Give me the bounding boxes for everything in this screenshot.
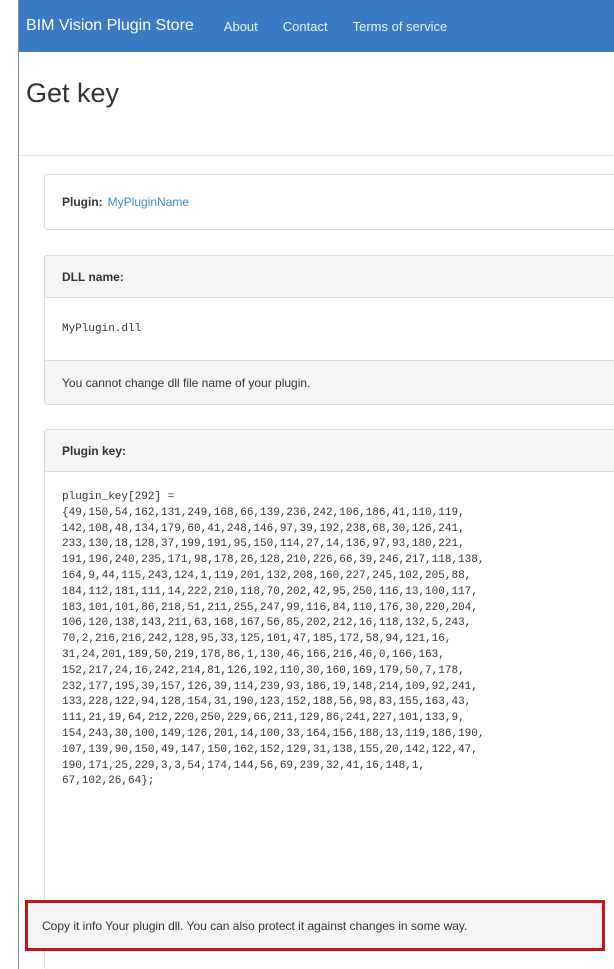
plugin-key-line: 164,9,44,115,243,124,1,119,201,132,208,1… [62,569,472,582]
nav-link-terms[interactable]: Terms of service [353,19,448,34]
plugin-key-line: 67,102,26,64}; [62,775,155,788]
plugin-key-line: 70,2,216,216,242,128,95,33,125,101,47,18… [62,633,452,646]
dll-panel-heading: DLL name: [45,256,614,298]
key-panel-heading: Plugin key: [45,430,614,472]
plugin-key-line: 191,196,240,235,171,98,178,26,128,210,22… [62,554,485,567]
plugin-key-line: 31,24,201,189,50,219,178,86,1,130,46,166… [62,648,445,661]
plugin-key-line: 142,108,48,134,179,60,41,248,146,97,39,1… [62,522,465,535]
plugin-key-line: 233,130,18,128,37,199,191,95,150,114,27,… [62,538,465,551]
plugin-key-line: 133,228,122,94,128,154,31,190,123,152,18… [62,696,472,709]
key-panel-body: plugin_key[292] = {49,150,54,162,131,249… [45,472,614,790]
navbar-brand[interactable]: BIM Vision Plugin Store [26,17,194,35]
plugin-key-line: 154,243,30,100,149,126,201,14,100,33,164… [62,727,485,740]
dll-panel-footer: You cannot change dll file name of your … [45,360,614,404]
plugin-key-line: 107,139,90,150,49,147,150,162,152,129,31… [62,743,478,756]
key-panel: Plugin key: plugin_key[292] = {49,150,54… [44,429,614,969]
key-panel-footer-highlighted: Copy it info Your plugin dll. You can al… [25,900,605,951]
page-title: Get key [19,52,614,156]
navbar: BIM Vision Plugin Store About Contact Te… [19,0,614,52]
plugin-name-link[interactable]: MyPluginName [108,195,189,209]
browser-frame: BIM Vision Plugin Store About Contact Te… [18,0,614,969]
nav-link-contact[interactable]: Contact [283,19,328,34]
nav-link-about[interactable]: About [224,19,258,34]
plugin-key-line: 190,171,25,229,3,3,54,174,144,56,69,239,… [62,759,426,772]
dll-panel: DLL name: MyPlugin.dll You cannot change… [44,255,614,405]
plugin-key-line: 232,177,195,39,157,126,39,114,239,93,186… [62,680,478,693]
plugin-panel: Plugin: MyPluginName [44,174,614,230]
plugin-key-line: 152,217,24,16,242,214,81,126,192,110,30,… [62,664,465,677]
plugin-panel-body: Plugin: MyPluginName [45,175,614,229]
plugin-key-line: {49,150,54,162,131,249,168,66,139,236,24… [62,506,465,519]
plugin-key-line: 106,120,138,143,211,63,168,167,56,85,202… [62,617,472,630]
plugin-key-line: 184,112,181,111,14,222,210,118,70,202,42… [62,585,478,598]
plugin-key-line: plugin_key[292] = [62,491,175,503]
plugin-label: Plugin: [62,195,103,209]
dll-name-value: MyPlugin.dll [62,323,142,335]
plugin-key-line: 183,101,101,86,218,51,211,255,247,99,116… [62,601,478,614]
plugin-key-code[interactable]: plugin_key[292] = {49,150,54,162,131,249… [62,490,614,790]
plugin-key-line: 111,21,19,64,212,220,250,229,66,211,129,… [62,712,465,725]
